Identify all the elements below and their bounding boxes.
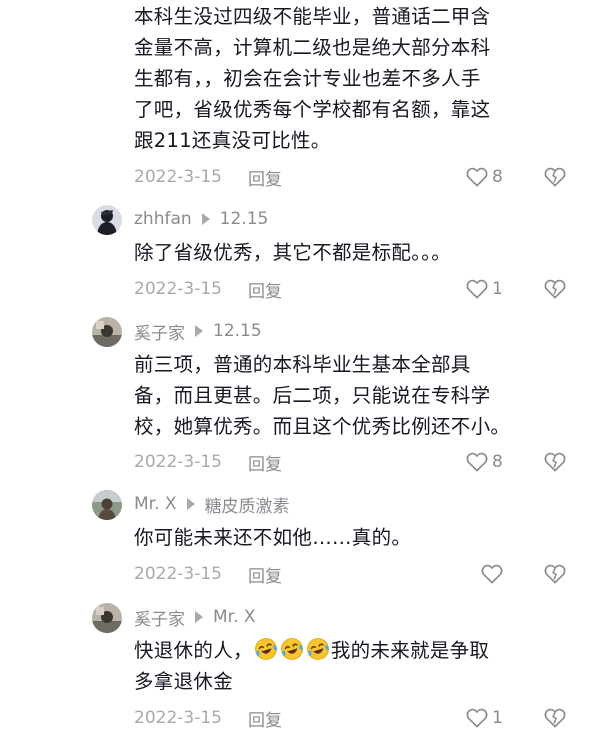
laughing-crying-emoji-icon	[254, 637, 278, 661]
comment-header: Mr. X 糖皮质激素	[134, 492, 290, 517]
comment-meta: 2022-3-15 回复	[134, 561, 574, 587]
like-count: 1	[492, 279, 503, 299]
heart-icon	[466, 708, 488, 728]
comment-line: 校，她算优秀。而且这个优秀比例还不小。	[134, 415, 511, 438]
reply-target[interactable]: 12.15	[213, 321, 262, 341]
comment-line: 生都有，，初会在会计专业也差不多人手	[134, 67, 481, 90]
laughing-crying-emoji-icon	[280, 637, 304, 661]
avatar[interactable]	[92, 603, 122, 633]
reply-button[interactable]: 回复	[248, 562, 282, 587]
comment-text: 快退休的人， 我的未来就是争取 多拿退休金	[134, 635, 574, 697]
comment-line: 金量不高，计算机二级也是绝大部分本科	[134, 36, 491, 59]
comment-line: 备，而且更甚。后二项，只能说在专科学	[134, 384, 491, 407]
comment-line: 你可能未来还不如他……真的。	[134, 526, 412, 549]
comment-text-segment: 快退休的人，	[134, 639, 253, 662]
comment-header: 奚子家 Mr. X	[134, 605, 256, 630]
like-button[interactable]: 1	[466, 705, 503, 731]
like-button[interactable]: 8	[466, 449, 503, 475]
broken-heart-icon	[544, 452, 566, 472]
avatar[interactable]	[92, 205, 122, 235]
reply-arrow-icon	[201, 213, 210, 225]
comment-text: 本科生没过四级不能毕业，普通话二甲含 金量不高，计算机二级也是绝大部分本科 生都…	[134, 1, 574, 156]
broken-heart-icon	[544, 708, 566, 728]
broken-heart-icon	[544, 279, 566, 299]
reply-button[interactable]: 回复	[248, 277, 282, 302]
reply-arrow-icon	[195, 611, 203, 623]
comment-meta: 2022-3-15 回复	[134, 276, 574, 302]
comment-date: 2022-3-15	[134, 167, 222, 187]
reply-arrow-icon	[186, 498, 195, 510]
like-count: 1	[492, 708, 503, 728]
comment-text: 除了省级优秀，其它不都是标配。。。	[134, 237, 574, 268]
comment-line: 多拿退休金	[134, 670, 234, 693]
heart-icon	[466, 452, 488, 472]
dislike-button[interactable]	[544, 449, 566, 475]
comment-text: 前三项，普通的本科毕业生基本全部具 备，而且更甚。后二项，只能说在专科学 校，她…	[134, 349, 574, 442]
comment-text: 你可能未来还不如他……真的。	[134, 522, 574, 553]
avatar[interactable]	[92, 317, 122, 347]
reply-target[interactable]: 12.15	[220, 209, 269, 229]
reply-button[interactable]: 回复	[248, 706, 282, 731]
laughing-crying-emoji-icon	[306, 637, 330, 661]
comment-line: 除了省级优秀，其它不都是标配。。。	[134, 241, 452, 264]
like-button[interactable]: 8	[466, 164, 503, 190]
comment-line: 快退休的人， 我的未来就是争取	[134, 635, 574, 666]
comment-meta: 2022-3-15 回复	[134, 164, 574, 190]
comment-text-segment: 我的未来就是争取	[330, 639, 490, 662]
comment-username[interactable]: zhhfan	[134, 209, 192, 229]
comment-header: 奚子家 12.15	[134, 319, 262, 344]
dislike-button[interactable]	[544, 276, 566, 302]
broken-heart-icon	[544, 564, 566, 584]
heart-icon	[466, 167, 488, 187]
comment-line: 前三项，普通的本科毕业生基本全部具	[134, 353, 471, 376]
comment-date: 2022-3-15	[134, 279, 222, 299]
comment-username[interactable]: 奚子家	[134, 605, 185, 630]
reply-target[interactable]: 糖皮质激素	[205, 492, 290, 517]
like-count: 8	[492, 167, 503, 187]
reply-target[interactable]: Mr. X	[213, 607, 256, 627]
dislike-button[interactable]	[544, 164, 566, 190]
broken-heart-icon	[544, 167, 566, 187]
comment-meta: 2022-3-15 回复	[134, 705, 574, 731]
dislike-button[interactable]	[544, 705, 566, 731]
comment-date: 2022-3-15	[134, 564, 222, 584]
comment-meta: 2022-3-15 回复	[134, 449, 574, 475]
heart-icon	[481, 564, 503, 584]
reply-arrow-icon	[195, 325, 203, 337]
like-button[interactable]	[481, 561, 507, 587]
comment-header: zhhfan 12.15	[134, 207, 268, 231]
reply-button[interactable]: 回复	[248, 165, 282, 190]
comment-line: 本科生没过四级不能毕业，普通话二甲含	[134, 5, 491, 28]
comment-username[interactable]: Mr. X	[134, 494, 177, 514]
avatar[interactable]	[92, 490, 122, 520]
comment-username[interactable]: 奚子家	[134, 319, 185, 344]
comment-date: 2022-3-15	[134, 452, 222, 472]
like-button[interactable]: 1	[466, 276, 503, 302]
heart-icon	[466, 279, 488, 299]
dislike-button[interactable]	[544, 561, 566, 587]
comment-line: 了吧，省级优秀每个学校都有名额，靠这	[134, 98, 491, 121]
comment-line: 跟211还真没可比性。	[134, 129, 331, 152]
reply-button[interactable]: 回复	[248, 450, 282, 475]
like-count: 8	[492, 452, 503, 472]
comment-date: 2022-3-15	[134, 708, 222, 728]
